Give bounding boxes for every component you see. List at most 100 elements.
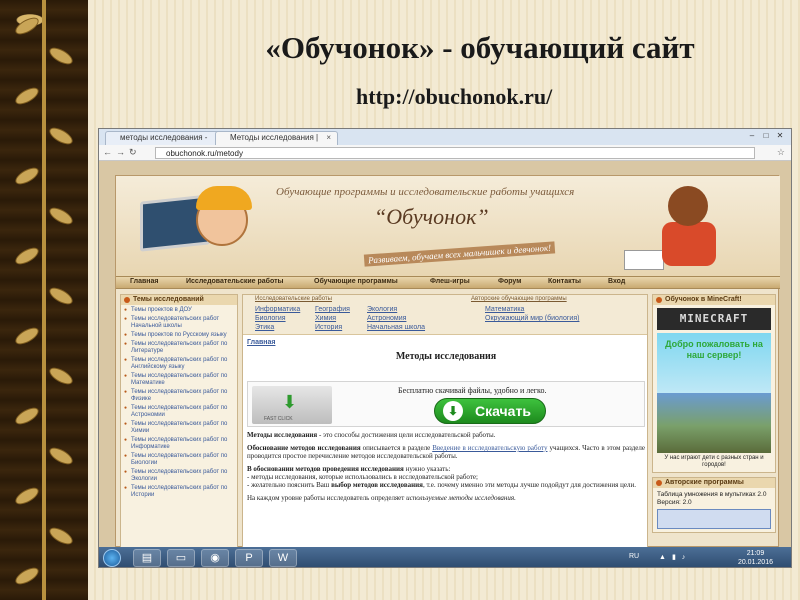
topic-link[interactable]: Темы проектов в ДОУ xyxy=(124,307,234,314)
article-body: Методы исследования - это способы достиж… xyxy=(247,431,645,507)
tab-bar: методы исследования - × Методы исследова… xyxy=(99,129,791,145)
book-illustration xyxy=(624,250,664,270)
link-nachalnaya-shkola[interactable]: Начальная школа xyxy=(367,324,425,331)
minimize-icon[interactable]: – xyxy=(745,131,759,140)
download-graphic: ⬇ FAST CLICK xyxy=(252,386,332,424)
close-icon[interactable]: × xyxy=(326,133,331,142)
page-title: Методы исследования xyxy=(395,351,497,362)
menu-item-home[interactable]: Главная xyxy=(130,278,158,285)
flag-icon[interactable]: ▲ xyxy=(659,554,672,561)
link-biologiya[interactable]: Биология xyxy=(255,315,286,322)
download-button[interactable]: ⬇ Скачать xyxy=(434,398,546,424)
programs-header-link[interactable]: Авторские обучающие программы xyxy=(471,296,567,302)
site-container: Обучающие программы и исследовательские … xyxy=(115,175,780,548)
border-stem xyxy=(42,0,46,600)
paragraph: В обосновании методов проведения исследо… xyxy=(247,465,645,489)
word-icon[interactable]: W xyxy=(269,549,297,567)
link-informatika[interactable]: Информатика xyxy=(255,306,300,313)
menu-item-contacts[interactable]: Контакты xyxy=(548,278,581,285)
link-etika[interactable]: Этика xyxy=(255,324,274,331)
menu-item-flash-games[interactable]: Флеш-игры xyxy=(430,278,470,285)
leaf-icon xyxy=(46,284,76,308)
program-entry[interactable]: Таблица умножения в мультиках 2.0 Версия… xyxy=(653,488,775,532)
site-logo-text: “Обучонок” xyxy=(374,204,489,229)
topic-link[interactable]: Темы исследовательских работ Начальной ш… xyxy=(124,316,234,330)
breadcrumb[interactable]: Главная xyxy=(247,339,275,346)
volume-icon[interactable]: ♪ xyxy=(682,554,692,561)
slide-title: «Обучонок» - обучающий сайт xyxy=(265,30,695,65)
minecraft-scene-image[interactable] xyxy=(657,393,771,453)
topic-link[interactable]: Темы исследовательских работ по Экологии xyxy=(124,469,234,483)
topic-link[interactable]: Темы исследовательских работ по Астроном… xyxy=(124,405,234,419)
menu-item-research[interactable]: Исследовательские работы xyxy=(186,278,284,285)
decorative-border xyxy=(0,0,88,600)
language-indicator[interactable]: RU xyxy=(629,553,639,560)
tab-search[interactable]: методы исследования - × xyxy=(105,131,228,145)
topic-link[interactable]: Темы исследовательских работ по Истории xyxy=(124,485,234,499)
network-icon[interactable]: ▮ xyxy=(672,554,682,561)
topic-link[interactable]: Темы исследовательских работ по Физике xyxy=(124,389,234,403)
menu-item-forum[interactable]: Форум xyxy=(498,278,521,285)
minecraft-logo[interactable]: MINECRAFT xyxy=(657,308,771,330)
download-arrow-icon: ⬇ xyxy=(282,392,298,412)
link-okruzhayushchiy-mir[interactable]: Окружающий мир (биология) xyxy=(485,315,579,322)
leaf-icon xyxy=(12,324,42,348)
maximize-icon[interactable]: □ xyxy=(759,131,773,140)
site-tagline: Обучающие программы и исследовательские … xyxy=(276,186,575,198)
minecraft-welcome[interactable]: Добро пожаловать на наш сервер! xyxy=(657,333,771,393)
cap-illustration xyxy=(196,186,252,210)
paragraph: Обоснование методов исследования описыва… xyxy=(247,444,645,460)
link-matematika[interactable]: Математика xyxy=(485,306,524,313)
text: - это способы достижения цели исследоват… xyxy=(317,431,496,439)
programs-widget-title: Авторские программы xyxy=(653,478,775,488)
download-caption: Бесплатно скачивай файлы, удобно и легко… xyxy=(398,386,547,395)
italic-text: используемые методы исследования. xyxy=(406,494,516,502)
forward-icon[interactable]: → xyxy=(116,147,129,157)
tab-active[interactable]: Методы исследования | × xyxy=(215,131,338,145)
clock-time: 21:09 xyxy=(746,550,765,557)
site-banner: Обучающие программы и исследовательские … xyxy=(116,176,780,276)
topic-link[interactable]: Темы исследовательских работ по Английск… xyxy=(124,357,234,371)
close-window-icon[interactable]: ✕ xyxy=(773,131,787,140)
powerpoint-icon[interactable]: P xyxy=(235,549,263,567)
topics-list: Темы проектов в ДОУ Темы исследовательск… xyxy=(121,305,237,503)
folder-icon[interactable]: ▭ xyxy=(167,549,195,567)
bold-text: Методы исследования xyxy=(247,431,318,439)
text: нужно указать: xyxy=(403,465,451,473)
intro-link[interactable]: Введение в исследовательскую работу xyxy=(432,444,547,452)
right-sidebar: Обучонок в MineCraft! MINECRAFT Добро по… xyxy=(652,294,776,548)
link-astronomiya[interactable]: Астрономия xyxy=(367,315,406,322)
chrome-icon[interactable]: ◉ xyxy=(201,549,229,567)
menu-item-programs[interactable]: Обучающие программы xyxy=(314,278,398,285)
menu-item-login[interactable]: Вход xyxy=(608,278,625,285)
reload-icon[interactable]: ↻ xyxy=(129,147,141,157)
topic-link[interactable]: Темы исследовательских работ по Биологии xyxy=(124,453,234,467)
window-controls: – □ ✕ xyxy=(745,131,787,140)
bold-text: выбор методов исследования xyxy=(331,481,423,489)
explorer-icon[interactable]: ▤ xyxy=(133,549,161,567)
topic-link[interactable]: Темы исследовательских работ по Математи… xyxy=(124,373,234,387)
start-button[interactable] xyxy=(103,549,121,567)
link-istoriya[interactable]: История xyxy=(315,324,342,331)
download-icon: ⬇ xyxy=(443,401,463,421)
minecraft-caption: У нас играют дети с разных стран и город… xyxy=(664,455,764,468)
site-slogan: Развиваем, обучаем всех мальчишек и девч… xyxy=(363,241,556,267)
link-geografiya[interactable]: География xyxy=(315,306,350,313)
link-ekologiya[interactable]: Экология xyxy=(367,306,397,313)
topic-link[interactable]: Темы исследовательских работ по Литерату… xyxy=(124,341,234,355)
topic-link[interactable]: Темы проектов по Русскому языку xyxy=(124,332,234,339)
bookmark-star-icon[interactable]: ☆ xyxy=(777,147,785,158)
minecraft-widget-title: Обучонок в MineCraft! xyxy=(653,295,775,305)
topic-link[interactable]: Темы исследовательских работ по Химии xyxy=(124,421,234,435)
leaf-icon xyxy=(12,14,42,38)
url-input[interactable]: obuchonok.ru/metody xyxy=(155,147,755,159)
topic-link[interactable]: Темы исследовательских работ по Информат… xyxy=(124,437,234,451)
research-header-link[interactable]: Исследовательские работы xyxy=(255,296,332,302)
back-icon[interactable]: ← xyxy=(103,147,116,157)
text: описывается в разделе xyxy=(360,444,433,452)
link-khimiya[interactable]: Химия xyxy=(315,315,336,322)
paragraph: На каждом уровне работы исследователь оп… xyxy=(247,494,645,502)
leaf-icon xyxy=(12,404,42,428)
leaf-icon xyxy=(46,124,76,148)
clock[interactable]: 21:09 20.01.2016 xyxy=(738,549,773,567)
